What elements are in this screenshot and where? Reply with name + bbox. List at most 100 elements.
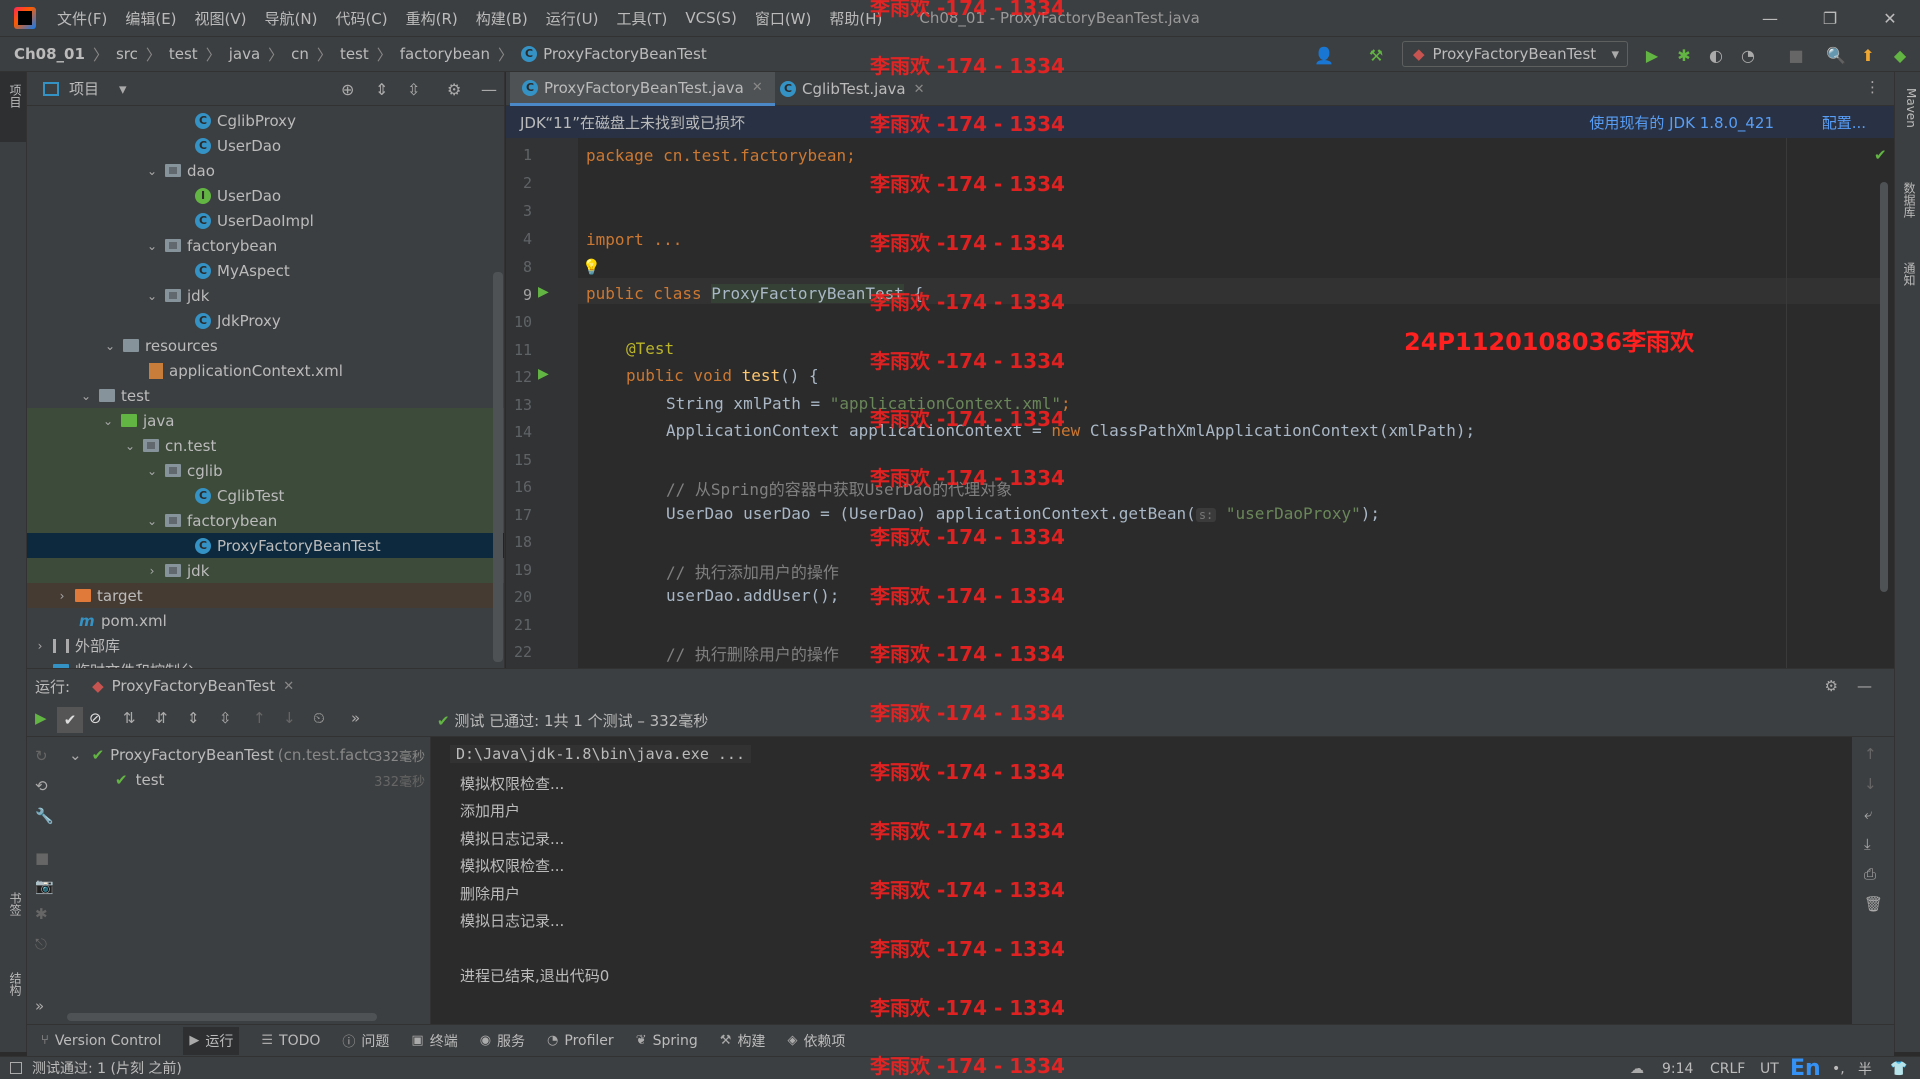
tree-item-resources[interactable]: ⌄ resources: [27, 333, 504, 358]
rerun-failed-icon[interactable]: ↻: [35, 747, 48, 765]
debug-icon[interactable]: ✱: [1674, 45, 1694, 65]
sort-alpha-icon[interactable]: ⇅: [123, 709, 136, 727]
run-test-method-icon[interactable]: ▶: [538, 366, 549, 382]
run-test-class-icon[interactable]: ▶: [538, 284, 549, 300]
tree-item-userdao[interactable]: C UserDao: [27, 133, 504, 158]
chevron-down-icon[interactable]: ⌄: [145, 239, 159, 253]
tree-item-userdaoimpl[interactable]: C UserDaoImpl: [27, 208, 504, 233]
tree-item-factorybean[interactable]: ⌄ factorybean: [27, 233, 504, 258]
tree-item-cglibproxy[interactable]: C CglibProxy: [27, 108, 504, 133]
editor-scrollbar[interactable]: [1880, 182, 1888, 592]
run-config-select[interactable]: ◆ ProxyFactoryBeanTest ▾: [1402, 41, 1628, 67]
profile-icon[interactable]: ◔: [1738, 45, 1758, 65]
tree-item-pom[interactable]: m pom.xml: [27, 608, 504, 633]
scroll-to-end-icon[interactable]: ⤓: [1864, 835, 1871, 853]
test-tree-scrollbar[interactable]: [67, 1013, 377, 1021]
minimize-button[interactable]: —: [1740, 0, 1800, 36]
run-icon[interactable]: ▶: [1642, 45, 1662, 65]
hide-panel-icon[interactable]: —: [481, 80, 497, 99]
history-icon[interactable]: ⏲: [313, 709, 325, 727]
console-output[interactable]: D:\Java\jdk-1.8\bin\java.exe ... 模拟权限检查.…: [432, 737, 1852, 1025]
soft-wrap-icon[interactable]: ⤶: [1864, 805, 1872, 823]
ime-width-indicator[interactable]: 半: [1858, 1057, 1872, 1079]
tree-item-scratches[interactable]: ›临时文件和控制台: [27, 658, 504, 668]
chevron-down-icon[interactable]: ⌄: [101, 414, 115, 428]
configure-jdk-link[interactable]: 配置...: [1822, 112, 1866, 133]
tree-item-target[interactable]: › target: [27, 583, 504, 608]
project-scrollbar[interactable]: [493, 272, 503, 662]
show-ignored-icon[interactable]: ⊘: [89, 709, 102, 727]
chevron-down-icon[interactable]: ⌄: [123, 439, 137, 453]
menu-code[interactable]: 代码(C): [326, 8, 396, 29]
hide-panel-icon[interactable]: —: [1857, 677, 1872, 695]
code-line[interactable]: // 从Spring的容器中获取UserDao的代理对象: [666, 476, 1012, 500]
tool-todo[interactable]: ☰ TODO: [261, 1033, 320, 1049]
arrow-down-icon[interactable]: ↓: [1864, 775, 1877, 793]
menu-edit[interactable]: 编辑(E): [116, 8, 185, 29]
sync-icon[interactable]: ☁: [1630, 1057, 1644, 1079]
code-line[interactable]: public void test() {: [626, 366, 819, 385]
chevron-down-icon[interactable]: ⌄: [145, 164, 159, 178]
chevron-down-icon[interactable]: ▾: [119, 80, 127, 98]
tree-item-cglib[interactable]: ⌄ cglib: [27, 458, 504, 483]
chevron-down-icon[interactable]: ⌄: [79, 389, 93, 403]
code-line[interactable]: // 执行添加用户的操作: [666, 559, 839, 583]
use-existing-jdk-link[interactable]: 使用现有的 JDK 1.8.0_421: [1589, 112, 1774, 133]
line-separator[interactable]: CRLF: [1710, 1057, 1745, 1079]
breadcrumb-project[interactable]: Ch08_01: [14, 45, 85, 63]
menu-view[interactable]: 视图(V): [186, 8, 256, 29]
status-message[interactable]: 测试通过: 1 (片刻 之前): [32, 1058, 182, 1078]
tree-item-external-libraries[interactable]: › 外部库: [27, 633, 504, 658]
toggle-auto-test-icon[interactable]: ⟲: [35, 777, 48, 795]
tool-profiler[interactable]: ◔ Profiler: [547, 1033, 614, 1049]
rerun-icon[interactable]: ▶: [35, 709, 47, 727]
code-line[interactable]: ApplicationContext applicationContext = …: [666, 421, 1475, 440]
tool-dependencies[interactable]: ◈ 依赖项: [787, 1031, 845, 1051]
restore-button[interactable]: ❐: [1800, 0, 1860, 36]
search-icon[interactable]: 🔍: [1826, 45, 1846, 65]
menu-file[interactable]: 文件(F): [48, 8, 116, 29]
tree-item-factorybean-test[interactable]: ⌄ factorybean: [27, 508, 504, 533]
chevron-down-icon[interactable]: ⌄: [145, 514, 159, 528]
stop-icon[interactable]: ■: [35, 849, 49, 867]
breadcrumb-test[interactable]: test: [169, 45, 198, 63]
locate-icon[interactable]: ⊕: [341, 80, 354, 99]
menu-navigate[interactable]: 导航(N): [256, 8, 327, 29]
lightbulb-icon[interactable]: 💡: [582, 258, 601, 276]
tool-spring[interactable]: ❦ Spring: [636, 1033, 698, 1049]
gear-icon[interactable]: ⚙: [447, 80, 461, 99]
code-line[interactable]: String xmlPath = "applicationContext.xml…: [666, 394, 1071, 413]
chevron-right-icon[interactable]: ›: [145, 564, 159, 578]
breadcrumb-test-pkg[interactable]: test: [340, 45, 369, 63]
tool-run[interactable]: ▶ 运行: [183, 1026, 240, 1055]
tool-version-control[interactable]: ⑂ Version Control: [41, 1033, 161, 1049]
collapse-all-icon[interactable]: ⇳: [219, 709, 232, 727]
code-line[interactable]: UserDao userDao = (UserDao) applicationC…: [666, 504, 1380, 523]
show-passed-icon[interactable]: ✔: [57, 707, 83, 733]
user-icon[interactable]: 👤: [1314, 45, 1334, 65]
tool-problems[interactable]: ⓘ 问题: [342, 1031, 389, 1051]
close-window-button[interactable]: ✕: [1860, 0, 1920, 36]
menu-tools[interactable]: 工具(T): [607, 8, 676, 29]
code-line[interactable]: // 执行删除用户的操作: [666, 641, 839, 665]
project-tool-button[interactable]: 项目: [4, 84, 24, 108]
update-icon[interactable]: ⬆: [1858, 45, 1878, 65]
stop-icon[interactable]: ■: [1786, 45, 1806, 65]
tree-item-applicationcontext[interactable]: applicationContext.xml: [27, 358, 504, 383]
trash-icon[interactable]: 🗑: [1864, 895, 1883, 913]
run-tab-label[interactable]: ProxyFactoryBeanTest: [112, 677, 276, 695]
arrow-down-icon[interactable]: ↓: [283, 709, 296, 727]
tree-item-jdk-test[interactable]: › jdk: [27, 558, 504, 583]
breadcrumb-java[interactable]: java: [229, 45, 260, 63]
code-line[interactable]: userDao.addUser();: [666, 586, 839, 605]
close-icon[interactable]: ✕: [752, 80, 763, 95]
database-tool-button[interactable]: 数据库: [1898, 182, 1918, 218]
tree-item-jdkproxy[interactable]: C JdkProxy: [27, 308, 504, 333]
project-panel-title[interactable]: 项目: [69, 78, 99, 99]
tool-build[interactable]: ⚒ 构建: [720, 1031, 766, 1051]
tab-proxyfactorybeantest[interactable]: C ProxyFactoryBeanTest.java ✕: [510, 72, 775, 106]
code-line[interactable]: import ...: [586, 230, 682, 249]
expand-all-icon[interactable]: ⇕: [187, 709, 200, 727]
maven-tool-button[interactable]: Maven: [1898, 88, 1918, 128]
tree-item-userdao-interface[interactable]: I UserDao: [27, 183, 504, 208]
